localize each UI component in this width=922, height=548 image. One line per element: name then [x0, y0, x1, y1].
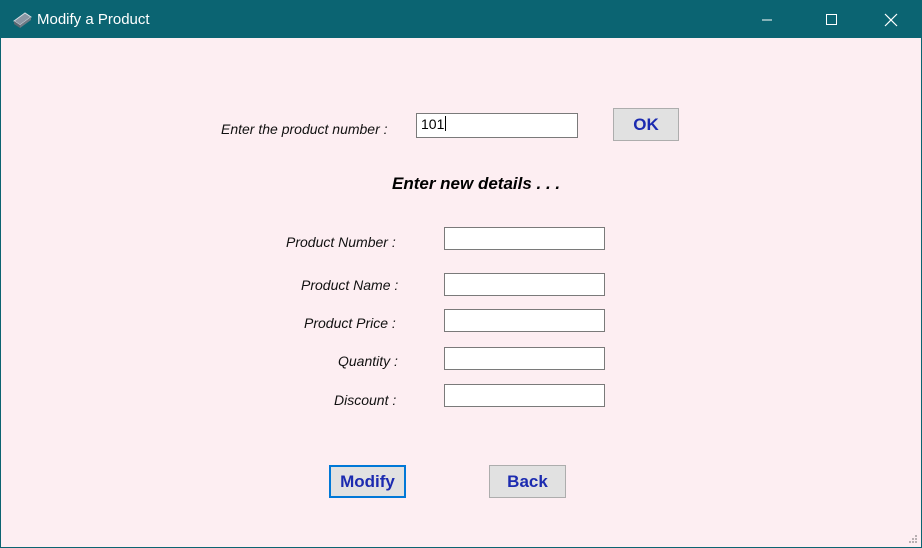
quantity-label: Quantity : [338, 353, 398, 369]
product-number-lookup-value: 101 [421, 116, 445, 132]
quantity-field[interactable] [444, 347, 605, 370]
discount-field[interactable] [444, 384, 605, 407]
window-title: Modify a Product [37, 11, 150, 28]
resize-grip-icon[interactable] [908, 534, 918, 544]
close-button[interactable] [869, 1, 915, 38]
title-bar[interactable]: Modify a Product [1, 1, 921, 38]
modify-product-window: Modify a Product Enter the product numbe… [0, 0, 922, 548]
discount-label: Discount : [334, 392, 397, 408]
back-button[interactable]: Back [489, 465, 566, 498]
product-number-field[interactable] [444, 227, 605, 250]
minimize-button[interactable] [745, 1, 791, 38]
product-name-label: Product Name : [301, 277, 399, 293]
close-icon [884, 13, 898, 27]
minimize-icon [762, 19, 772, 21]
product-price-field[interactable] [444, 309, 605, 332]
new-details-heading: Enter new details . . . [392, 174, 561, 193]
product-icon [13, 12, 32, 28]
modify-button[interactable]: Modify [329, 465, 406, 498]
product-name-field[interactable] [444, 273, 605, 296]
product-number-lookup-input[interactable]: 101 [416, 113, 578, 138]
ok-button[interactable]: OK [613, 108, 679, 141]
maximize-icon [826, 14, 837, 25]
maximize-button[interactable] [809, 1, 855, 38]
text-caret [445, 116, 447, 131]
product-price-label: Product Price : [304, 315, 396, 331]
product-number-label: Product Number : [286, 234, 396, 250]
product-number-lookup-label: Enter the product number : [221, 121, 388, 137]
